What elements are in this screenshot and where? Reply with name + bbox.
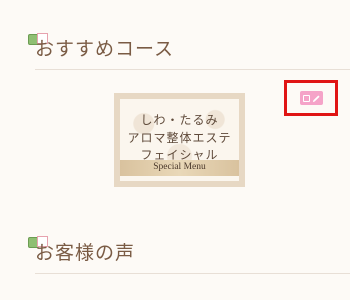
pencil-icon: [312, 94, 320, 102]
menu-line-1: しわ・たるみ: [140, 113, 219, 127]
section-title-recommended: おすすめコース: [35, 38, 175, 60]
section-title-voices: お客様の声: [35, 242, 136, 264]
menu-line-2: アロマ整体エステ: [127, 131, 232, 145]
edit-button[interactable]: [300, 91, 323, 105]
special-menu-card[interactable]: しわ・たるみ アロマ整体エステ フェイシャル Special Menu: [114, 93, 245, 187]
edit-box-icon: [302, 94, 310, 102]
divider: [35, 69, 350, 70]
ribbon-label: Special Menu: [153, 162, 206, 172]
menu-ribbon: Special Menu: [120, 160, 239, 176]
divider: [35, 273, 350, 274]
